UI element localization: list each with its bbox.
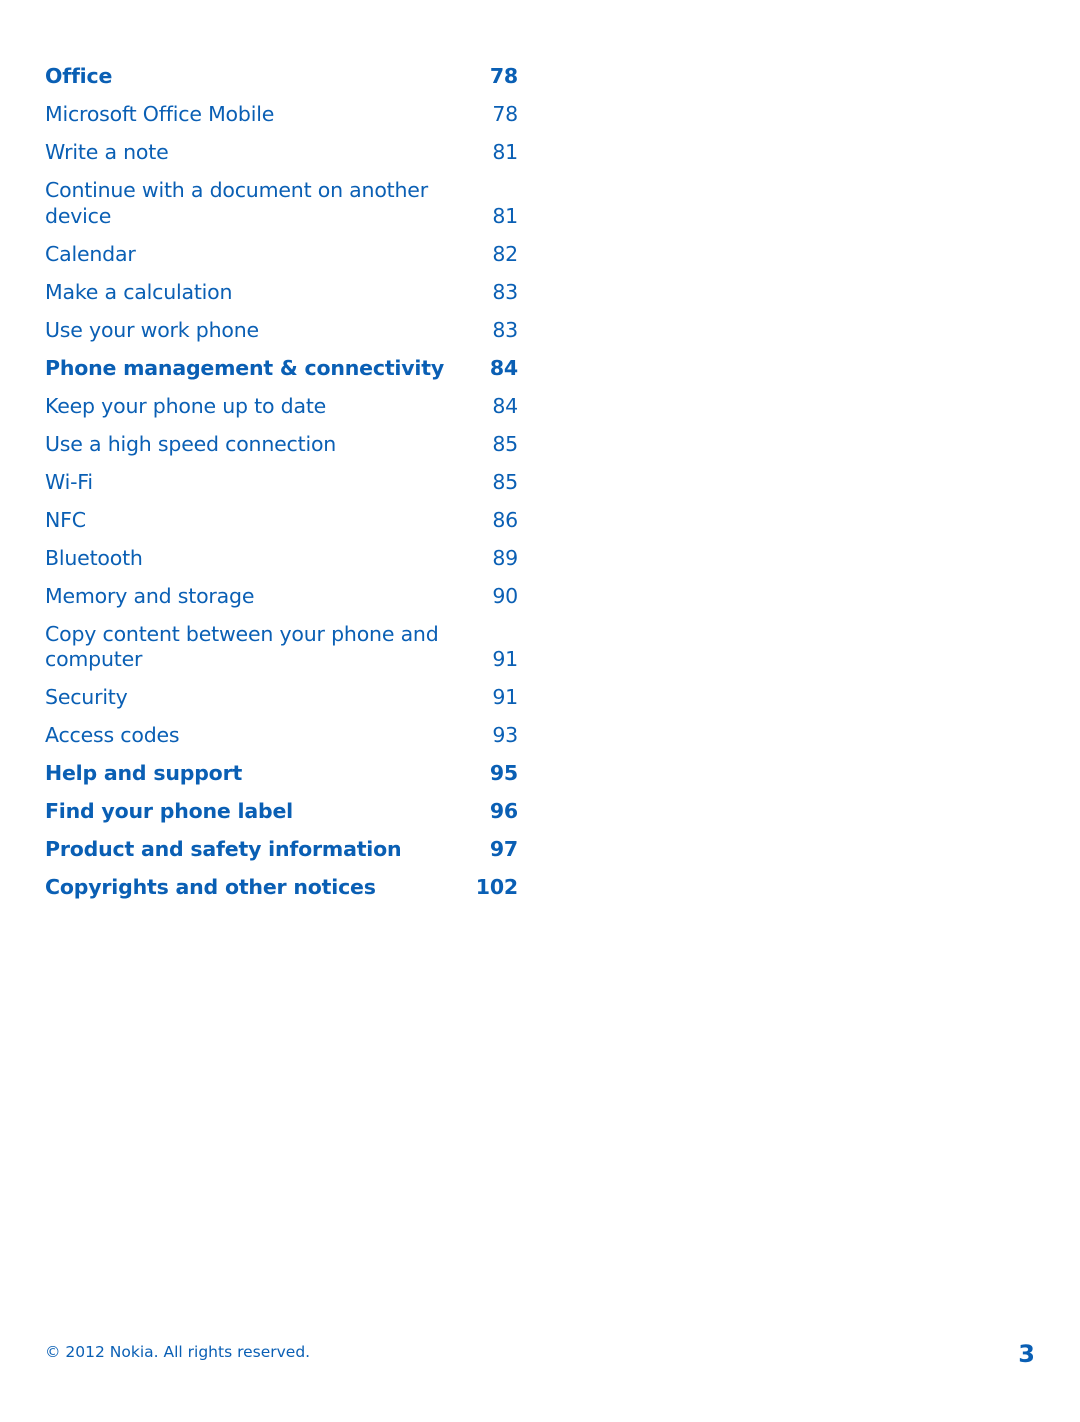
- copyright-notice: © 2012 Nokia. All rights reserved.: [45, 1343, 311, 1361]
- toc-entry[interactable]: Bluetooth 89: [45, 546, 518, 572]
- toc-entry-title[interactable]: Continue with a document on another devi…: [45, 178, 445, 229]
- toc-entry-page[interactable]: 91: [492, 685, 518, 711]
- toc-entry[interactable]: Write a note 81: [45, 140, 518, 166]
- toc-entry[interactable]: Make a calculation 83: [45, 280, 518, 306]
- toc-entry-title[interactable]: Product and safety information: [45, 837, 445, 863]
- toc-entry[interactable]: Keep your phone up to date 84: [45, 394, 518, 420]
- toc-entry[interactable]: Memory and storage 90: [45, 584, 518, 610]
- toc-entry-title[interactable]: Use your work phone: [45, 318, 445, 344]
- toc-entry-title[interactable]: Keep your phone up to date: [45, 394, 445, 420]
- toc-section-entry[interactable]: Product and safety information 97: [45, 837, 518, 863]
- toc-entry-page[interactable]: 84: [492, 394, 518, 420]
- toc-entry-title[interactable]: Write a note: [45, 140, 445, 166]
- toc-entry-title[interactable]: Wi-Fi: [45, 470, 445, 496]
- toc-entry-title[interactable]: Microsoft Office Mobile: [45, 102, 445, 128]
- toc-entry-title[interactable]: Access codes: [45, 723, 445, 749]
- toc-entry[interactable]: Use your work phone 83: [45, 318, 518, 344]
- toc-entry-title[interactable]: NFC: [45, 508, 445, 534]
- toc-entry-page[interactable]: 85: [492, 432, 518, 458]
- table-of-contents: Office 78 Microsoft Office Mobile 78 Write a…: [45, 64, 518, 913]
- toc-entry-title[interactable]: Security: [45, 685, 445, 711]
- toc-entry-page[interactable]: 95: [490, 761, 518, 787]
- toc-entry-title[interactable]: Make a calculation: [45, 280, 445, 306]
- toc-entry-page[interactable]: 85: [492, 470, 518, 496]
- toc-entry[interactable]: Security 91: [45, 685, 518, 711]
- toc-entry-page[interactable]: 91: [492, 647, 518, 673]
- toc-entry-page[interactable]: 82: [492, 242, 518, 268]
- toc-section-entry[interactable]: Copyrights and other notices 102: [45, 875, 518, 901]
- toc-entry[interactable]: Wi-Fi 85: [45, 470, 518, 496]
- toc-entry-page[interactable]: 78: [490, 64, 518, 90]
- toc-entry-page[interactable]: 78: [492, 102, 518, 128]
- toc-entry-page[interactable]: 81: [492, 140, 518, 166]
- toc-entry-title[interactable]: Find your phone label: [45, 799, 445, 825]
- toc-section-entry[interactable]: Find your phone label 96: [45, 799, 518, 825]
- toc-entry-title[interactable]: Bluetooth: [45, 546, 445, 572]
- toc-entry-page[interactable]: 83: [492, 280, 518, 306]
- toc-entry-page[interactable]: 86: [492, 508, 518, 534]
- page-number: 3: [1018, 1340, 1035, 1368]
- toc-entry-title[interactable]: Calendar: [45, 242, 445, 268]
- toc-entry-title[interactable]: Copyrights and other notices: [45, 875, 445, 901]
- toc-entry-title[interactable]: Copy content between your phone and comp…: [45, 622, 445, 673]
- toc-entry-title[interactable]: Use a high speed connection: [45, 432, 445, 458]
- toc-entry-page[interactable]: 81: [492, 204, 518, 230]
- toc-entry-page[interactable]: 89: [492, 546, 518, 572]
- toc-entry[interactable]: Calendar 82: [45, 242, 518, 268]
- toc-entry-title[interactable]: Help and support: [45, 761, 445, 787]
- toc-entry-page[interactable]: 93: [492, 723, 518, 749]
- toc-entry-page[interactable]: 83: [492, 318, 518, 344]
- toc-entry-title[interactable]: Phone management & connectivity: [45, 356, 445, 382]
- toc-section-entry[interactable]: Phone management & connectivity 84: [45, 356, 518, 382]
- toc-entry-title[interactable]: Office: [45, 64, 445, 90]
- toc-section-entry[interactable]: Office 78: [45, 64, 518, 90]
- toc-entry-page[interactable]: 97: [490, 837, 518, 863]
- toc-entry[interactable]: Microsoft Office Mobile 78: [45, 102, 518, 128]
- toc-entry-page[interactable]: 90: [492, 584, 518, 610]
- toc-entry-title[interactable]: Memory and storage: [45, 584, 445, 610]
- toc-entry[interactable]: Access codes 93: [45, 723, 518, 749]
- toc-entry-page[interactable]: 96: [490, 799, 518, 825]
- toc-entry-page[interactable]: 102: [476, 875, 518, 901]
- toc-entry-page[interactable]: 84: [490, 356, 518, 382]
- toc-entry[interactable]: Use a high speed connection 85: [45, 432, 518, 458]
- toc-section-entry[interactable]: Help and support 95: [45, 761, 518, 787]
- toc-entry[interactable]: NFC 86: [45, 508, 518, 534]
- toc-entry[interactable]: Continue with a document on another devi…: [45, 178, 518, 229]
- toc-entry[interactable]: Copy content between your phone and comp…: [45, 622, 518, 673]
